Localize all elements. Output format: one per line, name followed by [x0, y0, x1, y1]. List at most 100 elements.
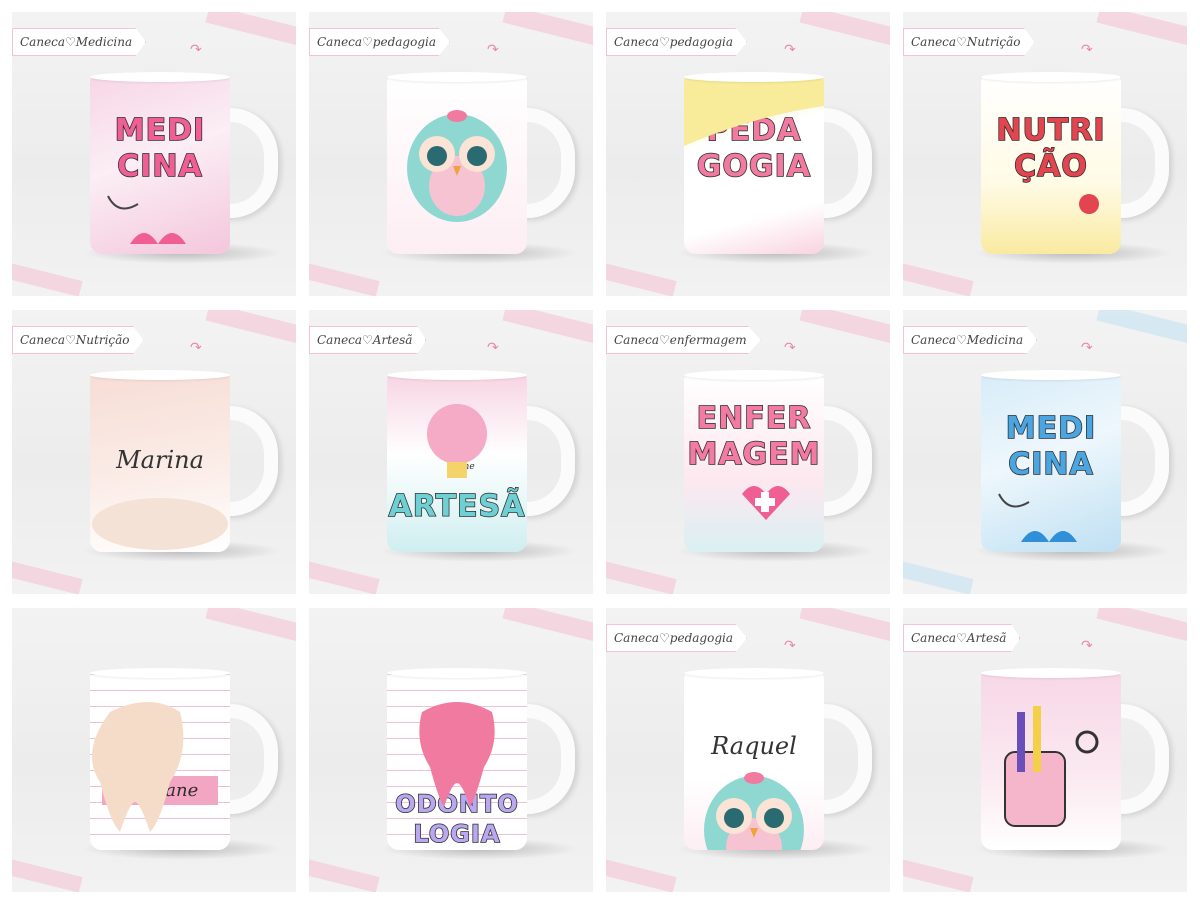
- mug-tile[interactable]: Mariane: [12, 608, 296, 892]
- mug-gallery: Caneca♡Medicina ↷ MEDI CINA Caneca♡pedagogia…: [12, 12, 1192, 896]
- mug-rim: [981, 668, 1121, 678]
- tape-decoration: [606, 259, 677, 296]
- arrow-icon: ↷: [190, 340, 202, 356]
- mug-print: NUTRI ÇÃO: [981, 76, 1121, 254]
- tape-decoration: [309, 557, 380, 594]
- tape-decoration: [799, 12, 890, 50]
- mug-rim: [684, 370, 824, 380]
- tape-decoration: [1096, 310, 1187, 348]
- mug-tile[interactable]: Caneca♡pedagogia ↷ Raquel: [606, 608, 890, 892]
- mug-body: ARTESÃAline: [387, 374, 527, 552]
- mug-rim: [981, 370, 1121, 380]
- mug-print: [387, 76, 527, 254]
- owl-bow: [447, 110, 467, 122]
- product-tag: Caneca♡Artesã: [903, 624, 1021, 652]
- mug-tile[interactable]: Caneca♡Medicina ↷ MEDI CINA: [12, 12, 296, 296]
- mug-body: ODONTO LOGIA: [387, 672, 527, 850]
- arrow-icon: ↷: [190, 42, 202, 58]
- mug-print: Marina: [90, 374, 230, 552]
- mug-tile[interactable]: Caneca♡Artesã ↷ ARTESÃAline: [309, 310, 593, 594]
- product-tag-label: Caneca♡pedagogia: [614, 35, 733, 49]
- owl-bow: [744, 772, 764, 784]
- product-tag-label: Caneca♡pedagogia: [317, 35, 436, 49]
- mug-tile[interactable]: ODONTO LOGIA: [309, 608, 593, 892]
- mug-tile[interactable]: Caneca♡Nutrição ↷ Marina: [12, 310, 296, 594]
- mug-illustration: [704, 772, 804, 850]
- mug-print: ODONTO LOGIA: [387, 672, 527, 850]
- tape-decoration: [606, 557, 677, 594]
- product-tag: Caneca♡Nutrição: [12, 326, 144, 354]
- mug-rim: [981, 72, 1121, 82]
- stethoscope-icon: [107, 195, 139, 210]
- heart-icon: [1021, 531, 1077, 542]
- yellow-wave: [684, 76, 824, 146]
- mug-tile[interactable]: Caneca♡Medicina ↷ MEDI CINA: [903, 310, 1187, 594]
- tape-decoration: [205, 12, 296, 50]
- tape-decoration: [309, 855, 380, 892]
- tape-decoration: [502, 310, 593, 348]
- mug-print: MEDI CINA: [90, 76, 230, 254]
- mug-rim: [90, 72, 230, 82]
- tape-decoration: [799, 608, 890, 646]
- tape-decoration: [903, 259, 974, 296]
- tooth-icon: [92, 702, 184, 832]
- product-tag: Caneca♡enfermagem: [606, 326, 761, 354]
- mug-rim: [684, 668, 824, 678]
- scissors-icon: [1075, 730, 1099, 754]
- mug-print: Raquel: [684, 672, 824, 850]
- arrow-icon: ↷: [1081, 42, 1093, 58]
- mug-body: Raquel: [684, 672, 824, 850]
- mug-illustration: [419, 702, 495, 807]
- product-tag: Caneca♡Medicina: [903, 326, 1038, 354]
- tape-decoration: [903, 557, 974, 594]
- tape-decoration: [205, 608, 296, 646]
- mug-illustration: [998, 493, 1077, 542]
- tape-decoration: [12, 855, 83, 892]
- tape-decoration: [903, 855, 974, 892]
- owl-pupil-left: [724, 808, 744, 828]
- mug-print: Mariane: [90, 672, 230, 850]
- mug-rim: [90, 370, 230, 380]
- tape-decoration: [12, 259, 83, 296]
- mug-tile[interactable]: Caneca♡pedagogia ↷: [309, 12, 593, 296]
- mug-tile[interactable]: Caneca♡Artesã ↷: [903, 608, 1187, 892]
- mug-body: Mariane: [90, 672, 230, 850]
- mug-tile[interactable]: Caneca♡enfermagem ↷ ENFER MAGEM: [606, 310, 890, 594]
- mug-print: PEDA GOGIA: [684, 76, 824, 254]
- product-tag-label: Caneca♡Artesã: [911, 631, 1007, 645]
- product-tag-label: Caneca♡pedagogia: [614, 631, 733, 645]
- tooth-icon: [419, 702, 495, 807]
- tape-decoration: [1096, 12, 1187, 50]
- bulb-base: [447, 462, 467, 478]
- mug-illustration: [107, 195, 186, 244]
- mug-illustration: [684, 76, 824, 146]
- owl-pupil-left: [427, 146, 447, 166]
- tape-decoration: [12, 557, 83, 594]
- tape-decoration: [1096, 608, 1187, 646]
- pencil-icon: [1033, 706, 1041, 772]
- mug-body: [981, 672, 1121, 850]
- mug-illustration: [1079, 194, 1099, 214]
- product-tag-label: Caneca♡Nutrição: [911, 35, 1021, 49]
- mug-illustration: [1004, 706, 1099, 827]
- tape-decoration: [502, 608, 593, 646]
- mug-tile[interactable]: Caneca♡Nutrição ↷ NUTRI ÇÃO: [903, 12, 1187, 296]
- tape-decoration: [799, 310, 890, 348]
- tape-decoration: [205, 310, 296, 348]
- product-tag-label: Caneca♡Medicina: [911, 333, 1024, 347]
- arrow-icon: ↷: [487, 42, 499, 58]
- mug-tile[interactable]: Caneca♡pedagogia ↷ PEDA GOGIA: [606, 12, 890, 296]
- mug-rim: [387, 370, 527, 380]
- mug-body: PEDA GOGIA: [684, 76, 824, 254]
- heart-icon: [130, 233, 186, 244]
- tape-decoration: [606, 855, 677, 892]
- owl-pupil-right: [467, 146, 487, 166]
- mug-print: ARTESÃAline: [387, 374, 527, 552]
- food-pattern: [92, 498, 228, 550]
- arrow-icon: ↷: [784, 340, 796, 356]
- product-tag-label: Caneca♡Medicina: [20, 35, 133, 49]
- product-tag-label: Caneca♡enfermagem: [614, 333, 747, 347]
- mug-rim: [387, 668, 527, 678]
- arrow-icon: ↷: [487, 340, 499, 356]
- mug-illustration: [427, 404, 487, 478]
